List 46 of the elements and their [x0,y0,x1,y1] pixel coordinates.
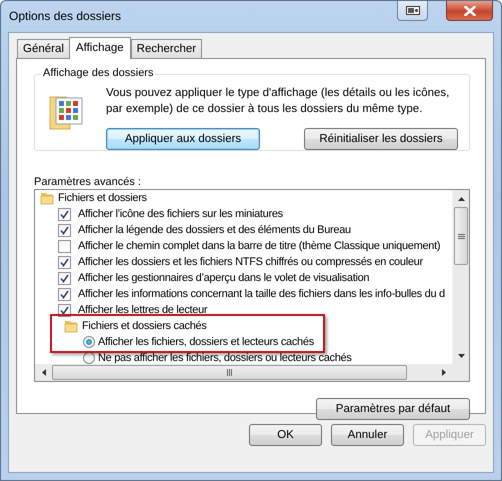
scroll-right-icon[interactable] [442,369,446,376]
option-label: Afficher les informations concernant la taille des fichiers dans les info-bulles du d [78,287,445,302]
scroll-up-icon[interactable] [458,196,464,200]
section-label: Paramètres avancés : [34,175,142,189]
checkbox[interactable] [58,240,71,252]
checkbox[interactable] [58,272,71,284]
button[interactable]: Appliquer aux dossiers [106,128,260,150]
button[interactable]: Annuler [331,424,404,446]
tab[interactable]: Rechercher [130,39,202,58]
restore-icon [406,6,420,15]
option-label: Afficher l’icône des fichiers sur les miniatures [78,207,283,222]
option-label: Afficher les fichiers, dossiers et lecteurs cachés [98,335,314,350]
restore-button[interactable] [397,1,428,21]
radio-button[interactable] [83,336,95,348]
option-label: Afficher les gestionnaires d’aperçu dans le volet de visualisation [78,271,370,286]
description-text: Vous pouvez appliquer le type d'affichage (les détails ou les icônes, par exemple) de ce dossier à tous les dossiers du même type. [106,86,450,117]
option-label: Afficher les lettres de lecteur [78,303,208,318]
button[interactable]: OK [249,424,322,446]
tab[interactable]: Général [17,39,70,58]
window-title: Options des dossiers [9,9,122,23]
scroll-down-icon[interactable] [458,354,464,358]
option-label: Ne pas afficher les fichiers, dossiers ou lecteurs cachés [98,351,352,364]
folder-icon [40,190,54,206]
checkbox[interactable] [58,256,71,268]
checkbox[interactable] [58,224,71,236]
defaults-button[interactable]: Paramètres par défaut [316,398,470,420]
category-label: Fichiers et dossiers cachés [82,319,207,334]
checkbox[interactable] [58,208,71,220]
close-button[interactable] [446,1,493,21]
vertical-scrollbar[interactable] [452,190,469,364]
folder-grid-icon [48,94,84,132]
option-label: Afficher les dossiers et les fichiers NTFS chiffrés ou compressés en couleur [78,255,423,270]
horizontal-scrollbar[interactable] [35,364,452,381]
tab[interactable]: Affichage [68,37,131,59]
scrollbar-thumb[interactable] [454,207,468,265]
category-label: Fichiers et dossiers [58,191,147,206]
folder-icon [64,318,78,334]
scrollbar-thumb[interactable] [52,365,407,380]
option-label: Afficher le chemin complet dans la barre de titre (thème Classique uniquement) [78,239,440,254]
radio-button[interactable] [83,352,95,364]
checkbox[interactable] [58,288,71,300]
group-title: Affichage des dossiers [41,67,156,79]
button[interactable]: Réinitialiser les dossiers [304,128,458,150]
option-label: Afficher la légende des dossiers et des éléments du Bureau [78,223,351,238]
close-icon [464,6,476,16]
scroll-left-icon[interactable] [42,369,46,376]
